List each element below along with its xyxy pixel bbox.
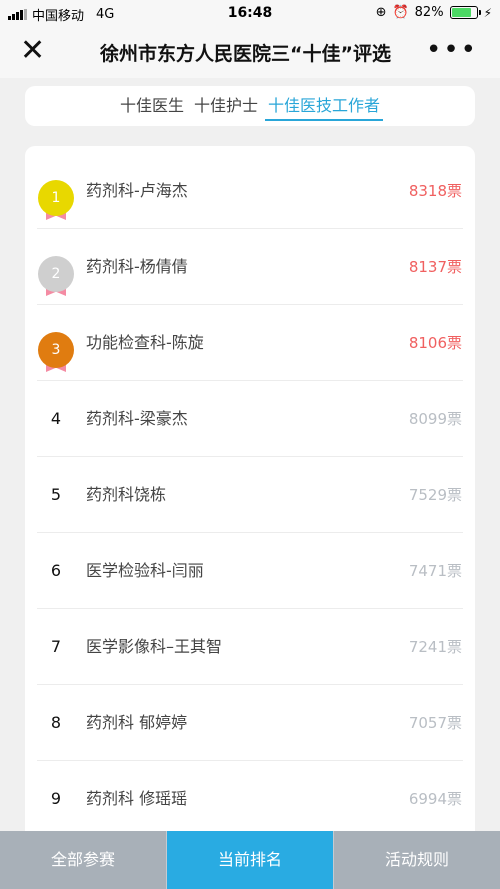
- ranking-row[interactable]: 8 药剂科 郁婷婷 7057票: [25, 685, 475, 761]
- page-title: 徐州市东方人民医院三“十佳”评选: [100, 43, 391, 65]
- ranking-row[interactable]: 5 药剂科饶栋 7529票: [25, 457, 475, 533]
- candidate-name: 药剂科饶栋: [86, 485, 167, 504]
- bottom-button-1[interactable]: 当前排名: [167, 831, 333, 889]
- vote-count: 8106票: [408, 334, 462, 352]
- rank-number: 5: [50, 485, 62, 504]
- candidate-name: 药剂科-杨倩倩: [86, 257, 188, 276]
- rotation-lock-icon: ⊕: [375, 5, 387, 20]
- candidate-name: 药剂科 修瑶瑶: [86, 789, 188, 808]
- ranking-row[interactable]: 9 药剂科 修瑶瑶 6994票: [25, 761, 475, 837]
- tab-1[interactable]: 十佳护士: [191, 92, 261, 119]
- medal-rank: 3: [38, 332, 74, 368]
- ranking-row[interactable]: 4 药剂科-梁豪杰 8099票: [25, 381, 475, 457]
- ranking-row[interactable]: 2 药剂科-杨倩倩 8137票: [25, 229, 475, 305]
- silver-medal-icon: 2: [38, 256, 74, 306]
- more-icon[interactable]: •••: [426, 37, 478, 63]
- gold-medal-icon: 1: [38, 180, 74, 230]
- vote-count: 7057票: [408, 714, 462, 732]
- charging-icon: ⚡: [483, 5, 492, 20]
- candidate-name: 医学影像科–王其智: [86, 637, 223, 656]
- vote-count: 6994票: [408, 790, 462, 808]
- candidate-name: 药剂科-梁豪杰: [86, 409, 188, 428]
- ranking-row[interactable]: 1 药剂科-卢海杰 8318票: [25, 153, 475, 229]
- rank-number: 9: [50, 789, 62, 808]
- status-right: ⊕ ⏰ 82% ⚡: [376, 5, 492, 20]
- status-bar: 中国移动 4G 16:48 ⊕ ⏰ 82% ⚡: [0, 0, 500, 26]
- ranking-row[interactable]: 3 功能检查科-陈旋 8106票: [25, 305, 475, 381]
- battery-fill: [451, 8, 472, 17]
- bronze-medal-icon: 3: [38, 332, 74, 382]
- vote-count: 8318票: [408, 182, 462, 200]
- rank-number: 6: [50, 561, 62, 580]
- vote-count: 7241票: [408, 638, 462, 656]
- category-tabs: 十佳医生 十佳护士 十佳医技工作者: [25, 92, 475, 121]
- vote-count: 7529票: [408, 486, 462, 504]
- category-tabs-card: 十佳医生 十佳护士 十佳医技工作者: [25, 86, 475, 126]
- alarm-icon: ⏰: [392, 5, 409, 20]
- bottom-button-0[interactable]: 全部参赛: [0, 831, 166, 889]
- medal-rank: 1: [38, 180, 74, 216]
- vote-count: 8137票: [408, 258, 462, 276]
- ranking-row[interactable]: 6 医学检验科-闫丽 7471票: [25, 533, 475, 609]
- vote-count: 8099票: [408, 410, 462, 428]
- bottom-bar: 全部参赛 当前排名 活动规则: [0, 831, 500, 889]
- battery-icon: [449, 6, 481, 19]
- bottom-button-2[interactable]: 活动规则: [334, 831, 500, 889]
- candidate-name: 药剂科-卢海杰: [86, 181, 188, 200]
- vote-count: 7471票: [408, 562, 462, 580]
- ranking-row[interactable]: 7 医学影像科–王其智 7241票: [25, 609, 475, 685]
- medal-rank: 2: [38, 256, 74, 292]
- ranking-list: 1 药剂科-卢海杰 8318票 2 药剂科-杨倩倩 8137票 3 功能检查科-陈旋 8106票…: [25, 146, 475, 846]
- tab-2[interactable]: 十佳医技工作者: [265, 92, 384, 121]
- rank-number: 7: [50, 637, 62, 656]
- candidate-name: 医学检验科-闫丽: [86, 561, 204, 580]
- tab-0[interactable]: 十佳医生: [117, 92, 187, 119]
- battery-percent: 82%: [414, 5, 444, 20]
- rank-number: 4: [50, 409, 62, 428]
- rank-number: 8: [50, 713, 62, 732]
- candidate-name: 功能检查科-陈旋: [86, 333, 204, 352]
- nav-bar: ✕ 徐州市东方人民医院三“十佳”评选 •••: [0, 26, 500, 78]
- candidate-name: 药剂科 郁婷婷: [86, 713, 188, 732]
- close-icon[interactable]: ✕: [20, 36, 48, 66]
